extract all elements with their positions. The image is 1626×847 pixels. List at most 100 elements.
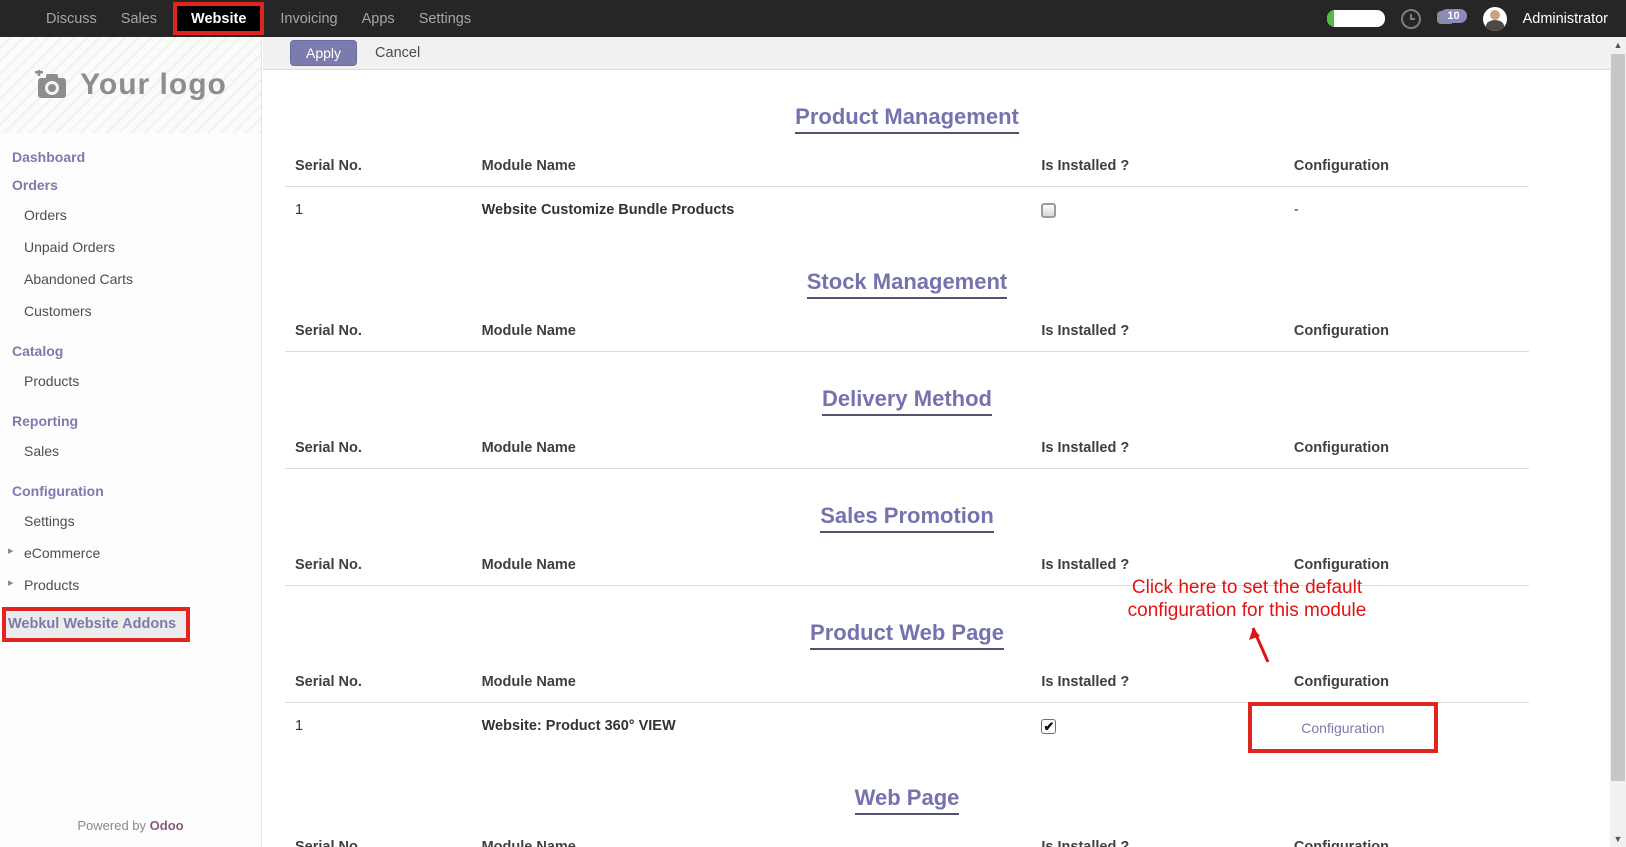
sidebar-item-products[interactable]: Products — [12, 365, 261, 397]
sidebar-header-catalog[interactable]: Catalog — [12, 337, 261, 365]
vertical-scrollbar[interactable]: ▲ ▼ — [1610, 37, 1626, 847]
column-header-serial-no-: Serial No. — [285, 539, 472, 586]
sidebar-header-configuration[interactable]: Configuration — [12, 477, 261, 505]
main-area: Apply Cancel Product Management Serial No… — [263, 37, 1626, 847]
column-header-is-installed-: Is Installed ? — [1031, 422, 1284, 469]
section-heading-link[interactable]: Product Web Page — [810, 620, 1004, 650]
logo-area[interactable]: Your logo — [0, 37, 261, 133]
configuration-cell: - — [1284, 187, 1529, 236]
user-name[interactable]: Administrator — [1523, 11, 1608, 27]
scroll-down-arrow[interactable]: ▼ — [1610, 831, 1626, 847]
odoo-brand[interactable]: Odoo — [150, 818, 184, 833]
logo-text: Your logo — [80, 68, 227, 102]
column-header-module-name: Module Name — [472, 539, 1032, 586]
sidebar-item-orders[interactable]: Orders — [12, 199, 261, 231]
installed-cell — [1031, 187, 1284, 236]
sidebar-item-webkul-website-addons[interactable]: Webkul Website Addons — [2, 607, 190, 642]
nav-item-apps[interactable]: Apps — [350, 0, 407, 37]
sections-container: Product ManagementSerial No.Module NameI… — [263, 104, 1626, 847]
column-header-is-installed-: Is Installed ? — [1031, 305, 1284, 352]
form-toolbar: Apply Cancel — [263, 37, 1626, 70]
column-header-configuration: Configuration — [1284, 305, 1529, 352]
module-name-cell: Website Customize Bundle Products — [472, 187, 1032, 236]
sidebar-item-customers[interactable]: Customers — [12, 295, 261, 327]
section-delivery-method: Delivery Method Serial No.Module NameIs I… — [285, 386, 1529, 469]
nav-item-invoicing[interactable]: Invoicing — [268, 0, 349, 37]
configuration-cell: Configuration — [1284, 703, 1529, 752]
section-heading-link[interactable]: Product Management — [795, 104, 1019, 134]
section-heading-link[interactable]: Stock Management — [807, 269, 1008, 299]
sidebar-item-abandoned-carts[interactable]: Abandoned Carts — [12, 263, 261, 295]
section-sales-promotion: Sales PromotionSerial No.Module NameIs I… — [285, 503, 1529, 586]
nav-item-website[interactable]: Website — [173, 2, 264, 35]
sidebar-item-sales[interactable]: Sales — [12, 435, 261, 467]
installed-cell: ✔ — [1031, 703, 1284, 752]
table-header-row: Serial No.Module NameIs Installed ?Confi… — [285, 656, 1529, 703]
installed-checkbox[interactable] — [1041, 203, 1056, 218]
section-heading: Web Page — [285, 785, 1529, 815]
section-heading-link[interactable]: Delivery Method — [822, 386, 992, 416]
clock-icon[interactable] — [1401, 9, 1421, 29]
sidebar: Your logo DashboardOrdersOrdersUnpaid Or… — [0, 37, 262, 847]
nav-item-sales[interactable]: Sales — [109, 0, 169, 37]
red-highlight-box: Configuration — [1248, 702, 1438, 753]
scroll-up-arrow[interactable]: ▲ — [1610, 37, 1626, 53]
sidebar-item-settings[interactable]: Settings — [12, 505, 261, 537]
column-header-serial-no-: Serial No. — [285, 821, 472, 847]
table-header-row: Serial No.Module NameIs Installed ?Confi… — [285, 140, 1529, 187]
column-header-configuration: Configuration — [1284, 821, 1529, 847]
section-product-web-page: Product Web Page Serial No.Module NameIs … — [285, 620, 1529, 751]
section-heading: Product Management — [285, 104, 1529, 134]
sidebar-item-ecommerce[interactable]: ▸eCommerce — [12, 537, 261, 569]
menu-gap — [12, 327, 261, 337]
column-header-serial-no-: Serial No. — [285, 305, 472, 352]
powered-by: Powered by Odoo — [0, 818, 261, 833]
section-heading: Sales Promotion — [285, 503, 1529, 533]
table-header-row: Serial No.Module NameIs Installed ?Confi… — [285, 305, 1529, 352]
sidebar-header-dashboard[interactable]: Dashboard — [12, 143, 261, 171]
menu-gap — [12, 397, 261, 407]
sidebar-header-orders[interactable]: Orders — [12, 171, 261, 199]
section-product-management: Product Management Serial No.Module NameI… — [285, 104, 1529, 235]
nav-item-settings[interactable]: Settings — [407, 0, 483, 37]
camera-icon — [34, 70, 70, 100]
menu-gap — [12, 467, 261, 477]
module-table: Serial No.Module NameIs Installed ?Confi… — [285, 422, 1529, 469]
table-header-row: Serial No.Module NameIs Installed ?Confi… — [285, 422, 1529, 469]
sidebar-header-reporting[interactable]: Reporting — [12, 407, 261, 435]
section-heading-link[interactable]: Sales Promotion — [820, 503, 994, 533]
cancel-button[interactable]: Cancel — [375, 45, 420, 61]
column-header-module-name: Module Name — [472, 422, 1032, 469]
sidebar-menu: DashboardOrdersOrdersUnpaid OrdersAbando… — [0, 133, 261, 642]
module-table: Serial No.Module NameIs Installed ?Confi… — [285, 821, 1529, 847]
column-header-serial-no-: Serial No. — [285, 656, 472, 703]
column-header-module-name: Module Name — [472, 305, 1032, 352]
user-avatar[interactable] — [1483, 7, 1507, 31]
column-header-configuration: Configuration — [1284, 422, 1529, 469]
column-header-configuration: Configuration — [1284, 656, 1529, 703]
powered-by-text: Powered by — [77, 818, 146, 833]
section-web-page: Web Page Serial No.Module NameIs Installe… — [285, 785, 1529, 847]
progress-bar — [1327, 10, 1385, 27]
configuration-button[interactable]: Configuration — [1301, 720, 1384, 736]
serial-cell: 1 — [285, 187, 472, 236]
apply-button[interactable]: Apply — [290, 40, 357, 66]
section-stock-management: Stock Management Serial No.Module NameIs … — [285, 269, 1529, 352]
section-heading: Stock Management — [285, 269, 1529, 299]
section-heading-link[interactable]: Web Page — [855, 785, 960, 815]
module-table: Serial No.Module NameIs Installed ?Confi… — [285, 305, 1529, 352]
navbar-right: 10 Administrator — [1327, 7, 1616, 31]
nav-item-discuss[interactable]: Discuss — [34, 0, 109, 37]
installed-checkbox[interactable]: ✔ — [1041, 719, 1056, 734]
chevron-right-icon[interactable]: ▸ — [8, 578, 14, 589]
messages-button[interactable]: 10 — [1437, 8, 1467, 30]
column-header-module-name: Module Name — [472, 656, 1032, 703]
annotation-arrow — [1243, 618, 1283, 666]
sidebar-item-products[interactable]: ▸Products — [12, 569, 261, 601]
module-name-cell: Website: Product 360° VIEW — [472, 703, 1032, 752]
sidebar-item-unpaid-orders[interactable]: Unpaid Orders — [12, 231, 261, 263]
chevron-right-icon[interactable]: ▸ — [8, 546, 14, 557]
column-header-is-installed-: Is Installed ? — [1031, 821, 1284, 847]
column-header-serial-no-: Serial No. — [285, 140, 472, 187]
scrollbar-thumb[interactable] — [1611, 54, 1625, 781]
